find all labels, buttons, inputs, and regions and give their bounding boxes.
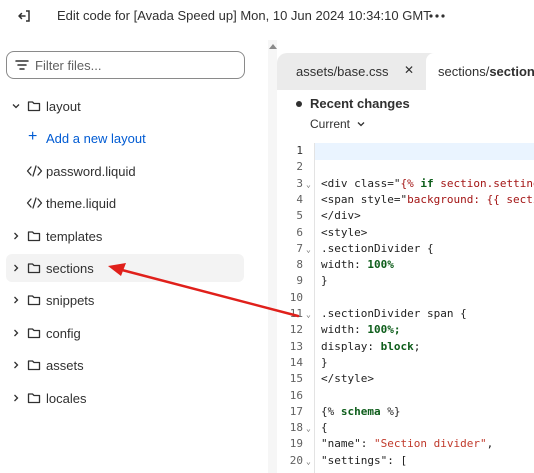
tab-label-prefix: sections/	[438, 64, 490, 79]
folder-templates[interactable]: templates	[6, 222, 244, 250]
chevron-down-icon	[357, 122, 365, 127]
code-line: }	[321, 274, 328, 288]
code-line: <div class="{% if section.setting	[321, 176, 534, 190]
top-bar: Edit code for [Avada Speed up] Mon, 10 J…	[0, 0, 534, 32]
chevron-down-icon	[10, 100, 22, 112]
folder-icon	[27, 261, 41, 275]
folder-label: snippets	[46, 293, 95, 308]
add-new-layout-link[interactable]: + Add a new layout	[6, 124, 244, 152]
exit-icon[interactable]	[14, 6, 34, 26]
code-line: </div>	[321, 209, 361, 223]
code-line: {% schema %}	[321, 404, 401, 418]
code-line: {	[321, 421, 328, 435]
folder-icon	[27, 358, 41, 372]
folder-snippets[interactable]: snippets	[6, 286, 244, 314]
code-line: </style>	[321, 372, 374, 386]
filter-icon	[15, 60, 29, 70]
folder-config[interactable]: config	[6, 319, 244, 347]
version-select[interactable]: Current	[310, 117, 366, 131]
chevron-right-icon	[10, 359, 22, 371]
folder-assets[interactable]: assets	[6, 351, 244, 379]
chevron-right-icon	[10, 327, 22, 339]
line-number: 10	[277, 290, 534, 306]
file-sidebar: layout + Add a new layout password.liqui…	[0, 40, 268, 473]
folder-label: locales	[46, 391, 87, 406]
tab-sections-section[interactable]: sections/section-	[426, 53, 534, 90]
folder-label: layout	[46, 99, 81, 114]
folder-label: templates	[46, 229, 103, 244]
chevron-right-icon	[10, 392, 22, 404]
line-number-label: 1	[296, 144, 303, 157]
version-select-label: Current	[310, 117, 351, 131]
file-password-liquid[interactable]: password.liquid	[6, 157, 244, 185]
line-number: 1	[277, 143, 534, 159]
tab-label-bold: section-	[489, 64, 534, 79]
folder-sections[interactable]: sections	[6, 254, 244, 282]
file-label: theme.liquid	[46, 196, 117, 211]
code-line: <span style="background: {{ sectio	[321, 192, 534, 206]
folder-label: assets	[46, 358, 84, 373]
recent-changes-title: Recent changes	[310, 96, 410, 111]
code-line: .sectionDivider span {	[321, 307, 467, 320]
recent-changes-panel: Recent changes Current	[277, 90, 534, 132]
page-title: Edit code for [Avada Speed up] Mon, 10 J…	[57, 8, 432, 23]
folder-locales[interactable]: locales	[6, 384, 244, 412]
folder-icon	[27, 293, 41, 307]
file-theme-liquid[interactable]: theme.liquid	[6, 189, 244, 217]
close-icon[interactable]: ✕	[404, 63, 414, 77]
file-label: password.liquid	[46, 164, 136, 179]
sidebar-scrollbar[interactable]	[268, 40, 277, 473]
chevron-right-icon	[10, 294, 22, 306]
code-file-icon	[26, 165, 43, 177]
more-actions-icon[interactable]	[426, 6, 448, 26]
add-layout-label: Add a new layout	[46, 131, 146, 146]
code-line: "settings": [	[321, 453, 408, 467]
plus-icon: +	[28, 128, 38, 145]
folder-icon	[27, 391, 41, 405]
code-line: .sectionDivider {	[321, 241, 434, 255]
filter-files-field[interactable]	[6, 51, 245, 79]
line-number: 2	[277, 159, 534, 175]
chevron-right-icon	[10, 262, 22, 274]
code-file-icon	[26, 197, 43, 209]
code-line: }	[321, 355, 328, 369]
line-number-label: 10	[289, 290, 303, 304]
folder-icon	[27, 326, 41, 340]
folder-layout[interactable]: layout	[6, 92, 244, 120]
changes-dot-icon	[296, 101, 302, 107]
code-line: <style>	[321, 225, 368, 239]
tab-assets-base-css[interactable]: assets/base.css ✕	[277, 53, 425, 90]
line-number-label: 16	[289, 388, 303, 402]
code-line: display: block;	[321, 339, 421, 353]
code-line: width: 100%;	[321, 323, 401, 337]
folder-icon	[27, 229, 41, 243]
code-area[interactable]: 1 2 3 ⌄ 4 5 6 7 ⌄ 8 9 10 11 ⌄ 12 13 14 15 16 17 18 ⌄ 19 20 ⌄ <di…	[277, 143, 534, 473]
line-number-label: 2	[296, 160, 303, 174]
code-line: "name": "Section divider",	[321, 437, 494, 451]
folder-icon	[27, 99, 41, 113]
scroll-up-arrow-icon[interactable]	[269, 44, 277, 49]
folder-label: sections	[46, 261, 94, 276]
line-number: 16	[277, 388, 534, 404]
tab-label: assets/base.css	[296, 64, 389, 79]
code-editor-panel: assets/base.css ✕ sections/section- Rece…	[277, 40, 534, 473]
folder-label: config	[46, 326, 81, 341]
chevron-right-icon	[10, 230, 22, 242]
editor-tabs: assets/base.css ✕ sections/section-	[277, 53, 534, 90]
filter-files-input[interactable]	[35, 57, 235, 73]
code-line: width: 100%	[321, 258, 394, 272]
